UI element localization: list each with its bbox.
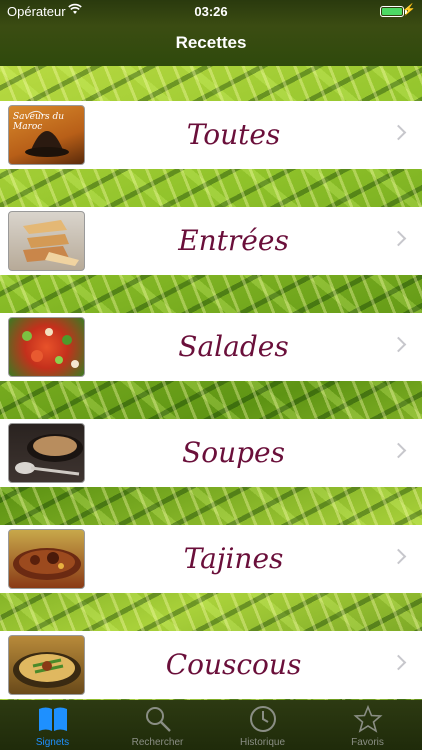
tab-rechercher[interactable]: Rechercher [105, 700, 210, 750]
tab-label: Favoris [351, 737, 384, 748]
soup-icon [8, 423, 85, 483]
row-label: Couscous [165, 648, 302, 681]
list-item-entrees[interactable]: Entrées [0, 207, 422, 275]
tab-bar: Signets Rechercher Historique Favoris [0, 700, 422, 750]
salad-icon [8, 317, 85, 377]
row-label: Toutes [186, 118, 281, 151]
list-item-salades[interactable]: Salades [0, 313, 422, 381]
list-item-toutes[interactable]: Saveurs du Maroc Toutes [0, 101, 422, 169]
tab-label: Signets [35, 737, 70, 748]
tab-signets[interactable]: Signets [0, 700, 105, 750]
status-bar: Opérateur 03:26 ⚡ [0, 0, 422, 22]
tab-historique[interactable]: Historique [210, 700, 315, 750]
row-label: Entrées [178, 224, 289, 257]
chevron-right-icon [390, 124, 407, 141]
list-item-tajines[interactable]: Tajines [0, 525, 422, 593]
list-item-couscous[interactable]: Couscous [0, 631, 422, 699]
chevron-right-icon [390, 230, 407, 247]
row-label: Salades [178, 330, 289, 363]
page-title: Recettes [175, 33, 247, 52]
list-item-soupes[interactable]: Soupes [0, 419, 422, 487]
tab-favoris[interactable]: Favoris [315, 700, 420, 750]
star-icon [353, 705, 383, 733]
tab-label: Historique [239, 737, 286, 748]
clock-icon [250, 706, 276, 732]
chevron-right-icon [390, 336, 407, 353]
chevron-right-icon [390, 654, 407, 671]
couscous-icon [8, 635, 85, 695]
search-icon [146, 707, 171, 732]
thumb-caption: Saveurs du Maroc [13, 112, 65, 132]
pastry-icon [8, 211, 85, 271]
tajine-icon [8, 529, 85, 589]
row-label: Tajines [183, 542, 284, 575]
charging-icon: ⚡ [402, 4, 416, 16]
chevron-right-icon [390, 548, 407, 565]
battery-icon [380, 6, 407, 17]
chevron-right-icon [390, 442, 407, 459]
navigation-header: Opérateur 03:26 ⚡ Recettes [0, 0, 422, 66]
book-icon [39, 707, 67, 731]
tab-label: Rechercher [131, 737, 184, 748]
row-label: Soupes [182, 436, 285, 469]
status-time: 03:26 [194, 4, 228, 19]
tajine-logo-icon: Saveurs du Maroc [8, 105, 85, 165]
battery-fill [382, 8, 402, 15]
